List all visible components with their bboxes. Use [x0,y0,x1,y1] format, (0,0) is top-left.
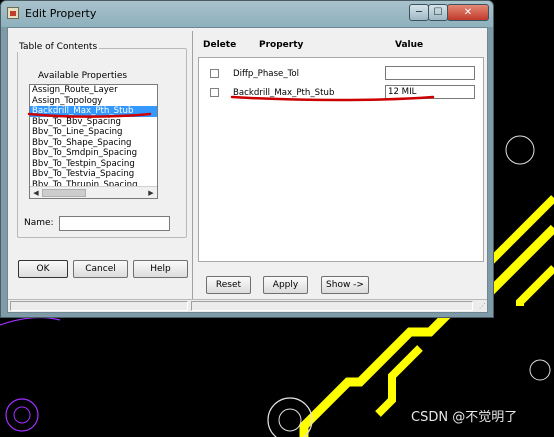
ok-button[interactable]: OK [18,260,68,278]
property-name: Backdrill_Max_Pth_Stub [233,88,335,98]
list-item[interactable]: Bbv_To_Smdpin_Spacing [30,148,157,159]
window-title: Edit Property [25,7,97,20]
list-item[interactable]: Bbv_To_Shape_Spacing [30,138,157,149]
watermark-text: CSDN @不觉明了 [411,410,518,425]
list-items-container: Assign_Route_Layer Assign_Topology Backdri… [30,85,157,186]
scroll-right-icon[interactable]: ▶ [146,188,156,198]
list-item[interactable]: Bbv_To_Bbv_Spacing [30,117,157,128]
close-button[interactable]: ✕ [447,4,489,21]
property-row: Diffp_Phase_Tol [199,65,483,82]
property-value-input[interactable] [385,66,475,80]
scroll-left-icon[interactable]: ◀ [31,188,41,198]
app-icon [7,7,19,19]
property-row: Backdrill_Max_Pth_Stub 12 MIL [199,84,483,101]
available-properties-list[interactable]: Assign_Route_Layer Assign_Topology Backdri… [29,84,158,199]
left-panel: Table of Contents Available Properties A… [11,31,193,299]
list-item[interactable]: Assign_Topology [30,96,157,107]
delete-column-header: Delete [203,40,237,50]
name-label: Name: [24,218,54,228]
horizontal-scrollbar[interactable]: ◀ ▶ [30,186,157,198]
property-grid: Diffp_Phase_Tol Backdrill_Max_Pth_Stub 1… [198,57,484,262]
list-item[interactable]: Bbv_To_Line_Spacing [30,127,157,138]
maximize-button[interactable]: ☐ [428,4,448,21]
cancel-button[interactable]: Cancel [73,260,128,278]
list-item[interactable]: Backdrill_Max_Pth_Stub [30,106,157,117]
property-column-header: Property [259,40,304,50]
delete-checkbox[interactable] [210,88,219,97]
list-item[interactable]: Bbv_To_Testpin_Spacing [30,159,157,170]
apply-button[interactable]: Apply [263,276,308,294]
scroll-thumb[interactable] [42,189,86,197]
right-panel: Delete Property Value Diffp_Phase_Tol Ba… [196,31,486,299]
title-bar[interactable]: Edit Property ─ ☐ ✕ [1,1,493,27]
available-properties-label: Available Properties [38,71,128,81]
status-bar: ⋰ [8,299,487,312]
edit-property-dialog: Edit Property ─ ☐ ✕ Table of Contents Av… [0,0,494,318]
column-headers: Delete Property Value [196,40,486,54]
show-button[interactable]: Show -> [321,276,369,294]
list-item[interactable]: Assign_Route_Layer [30,85,157,96]
minimize-button[interactable]: ─ [409,4,429,21]
status-cell [191,301,473,311]
delete-checkbox[interactable] [210,69,219,78]
table-of-contents-label: Table of Contents [17,42,100,52]
list-item[interactable]: Bbv_To_Testvia_Spacing [30,169,157,180]
name-input[interactable] [59,216,170,231]
dialog-client-area: Table of Contents Available Properties A… [7,27,488,313]
property-name: Diffp_Phase_Tol [233,69,300,79]
resize-grip-icon[interactable]: ⋰ [476,301,486,311]
reset-button[interactable]: Reset [206,276,251,294]
status-cell [10,301,188,311]
help-button[interactable]: Help [133,260,188,278]
value-column-header: Value [395,40,424,50]
property-value-input[interactable]: 12 MIL [385,85,475,99]
